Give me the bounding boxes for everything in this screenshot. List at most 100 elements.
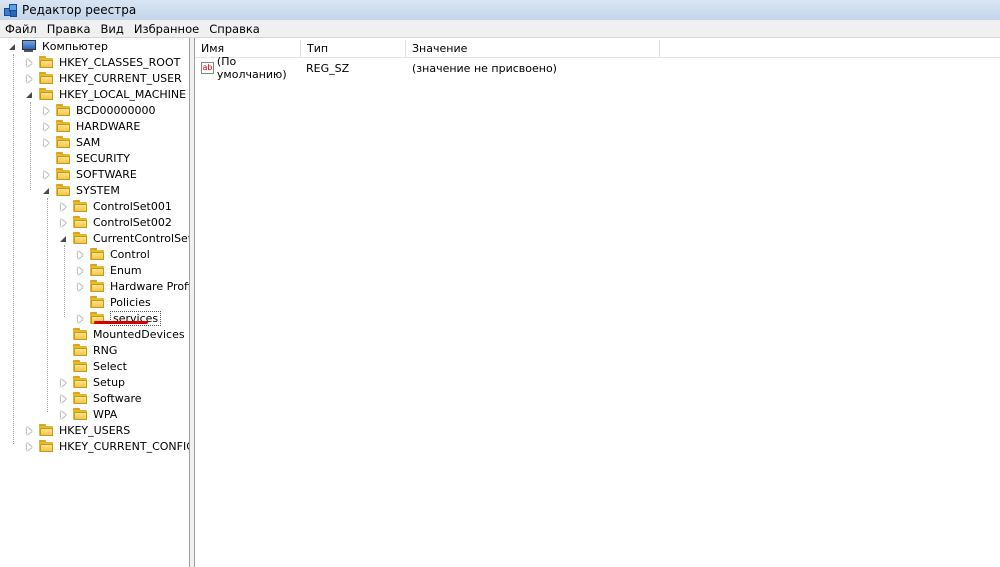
tree-node-label: Setup (93, 375, 126, 389)
tree-node-label: Компьютер (42, 39, 108, 53)
tree-node-label: MountedDevices (93, 327, 185, 341)
tree-node-controlset001[interactable]: ControlSet001 (59, 198, 172, 214)
expand-arrow-icon[interactable] (42, 106, 51, 115)
tree-guide-line (64, 245, 65, 317)
tree-node-label: SOFTWARE (76, 167, 137, 181)
column-header-value[interactable]: Значение (406, 40, 660, 57)
menu-view[interactable]: Вид (96, 22, 129, 36)
folder-icon (38, 439, 54, 453)
tree-node-system[interactable]: SYSTEM (42, 182, 120, 198)
expand-arrow-icon[interactable] (25, 74, 34, 83)
registry-editor-icon (3, 3, 17, 17)
menu-help[interactable]: Справка (204, 22, 265, 36)
tree-node-mounteddevices[interactable]: MountedDevices (59, 326, 185, 342)
collapse-arrow-icon[interactable] (8, 42, 17, 51)
expand-arrow-icon[interactable] (76, 282, 85, 291)
tree-node-setup[interactable]: Setup (59, 374, 125, 390)
window-title: Редактор реестра (22, 3, 137, 17)
folder-icon (38, 55, 54, 69)
menu-edit[interactable]: Правка (42, 22, 96, 36)
expand-arrow-icon[interactable] (59, 218, 68, 227)
tree-node-hku[interactable]: HKEY_USERS (25, 422, 130, 438)
tree-node-software[interactable]: SOFTWARE (42, 166, 137, 182)
expand-arrow-icon[interactable] (59, 378, 68, 387)
menu-favorites[interactable]: Избранное (129, 22, 204, 36)
collapse-arrow-icon[interactable] (59, 234, 68, 243)
expand-arrow-icon[interactable] (42, 122, 51, 131)
expand-arrow-icon[interactable] (59, 410, 68, 419)
tree-node-hkcr[interactable]: HKEY_CLASSES_ROOT (25, 54, 180, 70)
tree-guide-line (47, 198, 48, 412)
folder-icon (55, 103, 71, 117)
folder-icon (89, 247, 105, 261)
tree-node-hklm[interactable]: HKEY_LOCAL_MACHINE (25, 86, 186, 102)
registry-tree[interactable]: Компьютер HKEY_CLASSES_ROOT HKEY_CURRENT… (0, 38, 190, 567)
tree-node-select[interactable]: Select (59, 358, 127, 374)
collapse-arrow-icon[interactable] (42, 186, 51, 195)
tree-node-label: Control (110, 247, 150, 261)
tree-node-currentcontrolset[interactable]: CurrentControlSet (59, 230, 190, 246)
expand-arrow-icon[interactable] (76, 314, 85, 323)
menu-file[interactable]: Файл (0, 22, 42, 36)
tree-node-label: SYSTEM (76, 183, 120, 197)
tree-node-sam[interactable]: SAM (42, 134, 100, 150)
value-data: (значение не присвоено) (412, 61, 557, 75)
folder-open-icon (38, 87, 54, 101)
collapse-arrow-icon[interactable] (25, 90, 34, 99)
tree-guide-line (30, 102, 31, 190)
tree-node-controlset002[interactable]: ControlSet002 (59, 214, 172, 230)
tree-node-label: WPA (93, 407, 118, 421)
tree-node-bcd[interactable]: BCD00000000 (42, 102, 156, 118)
tree-node-label: BCD00000000 (76, 103, 156, 117)
tree-node-label: Policies (110, 295, 151, 309)
expand-arrow-icon[interactable] (25, 426, 34, 435)
tree-node-label: HKEY_USERS (59, 423, 131, 437)
column-header-row: Имя Тип Значение (195, 38, 1000, 58)
folder-open-icon (55, 183, 71, 197)
tree-node-label: HKEY_CLASSES_ROOT (59, 55, 181, 69)
tree-node-hkcu[interactable]: HKEY_CURRENT_USER (25, 70, 182, 86)
tree-node-computer[interactable]: Компьютер (8, 38, 108, 54)
tree-node-label: SAM (76, 135, 101, 149)
tree-node-enum[interactable]: Enum (76, 262, 142, 278)
tree-node-wpa[interactable]: WPA (59, 406, 117, 422)
values-list[interactable]: Имя Тип Значение ab (По умолчанию) REG_S… (195, 38, 1000, 567)
computer-icon (21, 39, 37, 53)
value-data-cell: (значение не присвоено) (412, 60, 557, 76)
string-value-icon: ab (201, 62, 214, 74)
tree-node-label: Software (93, 391, 142, 405)
value-type-cell: REG_SZ (306, 60, 349, 76)
menu-bar: Файл Правка Вид Избранное Справка (0, 20, 1000, 38)
expand-arrow-icon[interactable] (42, 138, 51, 147)
expand-arrow-icon[interactable] (25, 442, 34, 451)
expand-arrow-icon[interactable] (76, 266, 85, 275)
tree-node-label: Enum (110, 263, 142, 277)
tree-node-security[interactable]: SECURITY (42, 150, 130, 166)
expand-arrow-icon[interactable] (76, 250, 85, 259)
folder-icon (38, 71, 54, 85)
folder-icon (72, 375, 88, 389)
value-name: (По умолчанию) (216, 55, 287, 81)
folder-icon (89, 295, 105, 309)
folder-icon (72, 391, 88, 405)
tree-node-rng[interactable]: RNG (59, 342, 117, 358)
folder-icon (55, 119, 71, 133)
column-header-type[interactable]: Тип (301, 40, 406, 57)
folder-icon (55, 151, 71, 165)
expand-arrow-icon[interactable] (59, 202, 68, 211)
tree-node-label: ControlSet001 (93, 199, 172, 213)
tree-node-label: CurrentControlSet (93, 231, 190, 245)
expand-arrow-icon[interactable] (59, 394, 68, 403)
value-type: REG_SZ (306, 61, 350, 75)
tree-node-hardware-profiles[interactable]: Hardware Profiles (76, 278, 189, 294)
tree-node-control[interactable]: Control (76, 246, 150, 262)
tree-node-label: HKEY_CURRENT_CONFIG (59, 439, 190, 453)
tree-node-hardware[interactable]: HARDWARE (42, 118, 140, 134)
tree-node-software-sys[interactable]: Software (59, 390, 142, 406)
tree-node-label: HARDWARE (76, 119, 141, 133)
tree-node-policies[interactable]: Policies (76, 294, 151, 310)
expand-arrow-icon[interactable] (42, 170, 51, 179)
table-row[interactable]: ab (По умолчанию) (201, 55, 301, 81)
expand-arrow-icon[interactable] (25, 58, 34, 67)
tree-node-hkcc[interactable]: HKEY_CURRENT_CONFIG (25, 438, 190, 454)
